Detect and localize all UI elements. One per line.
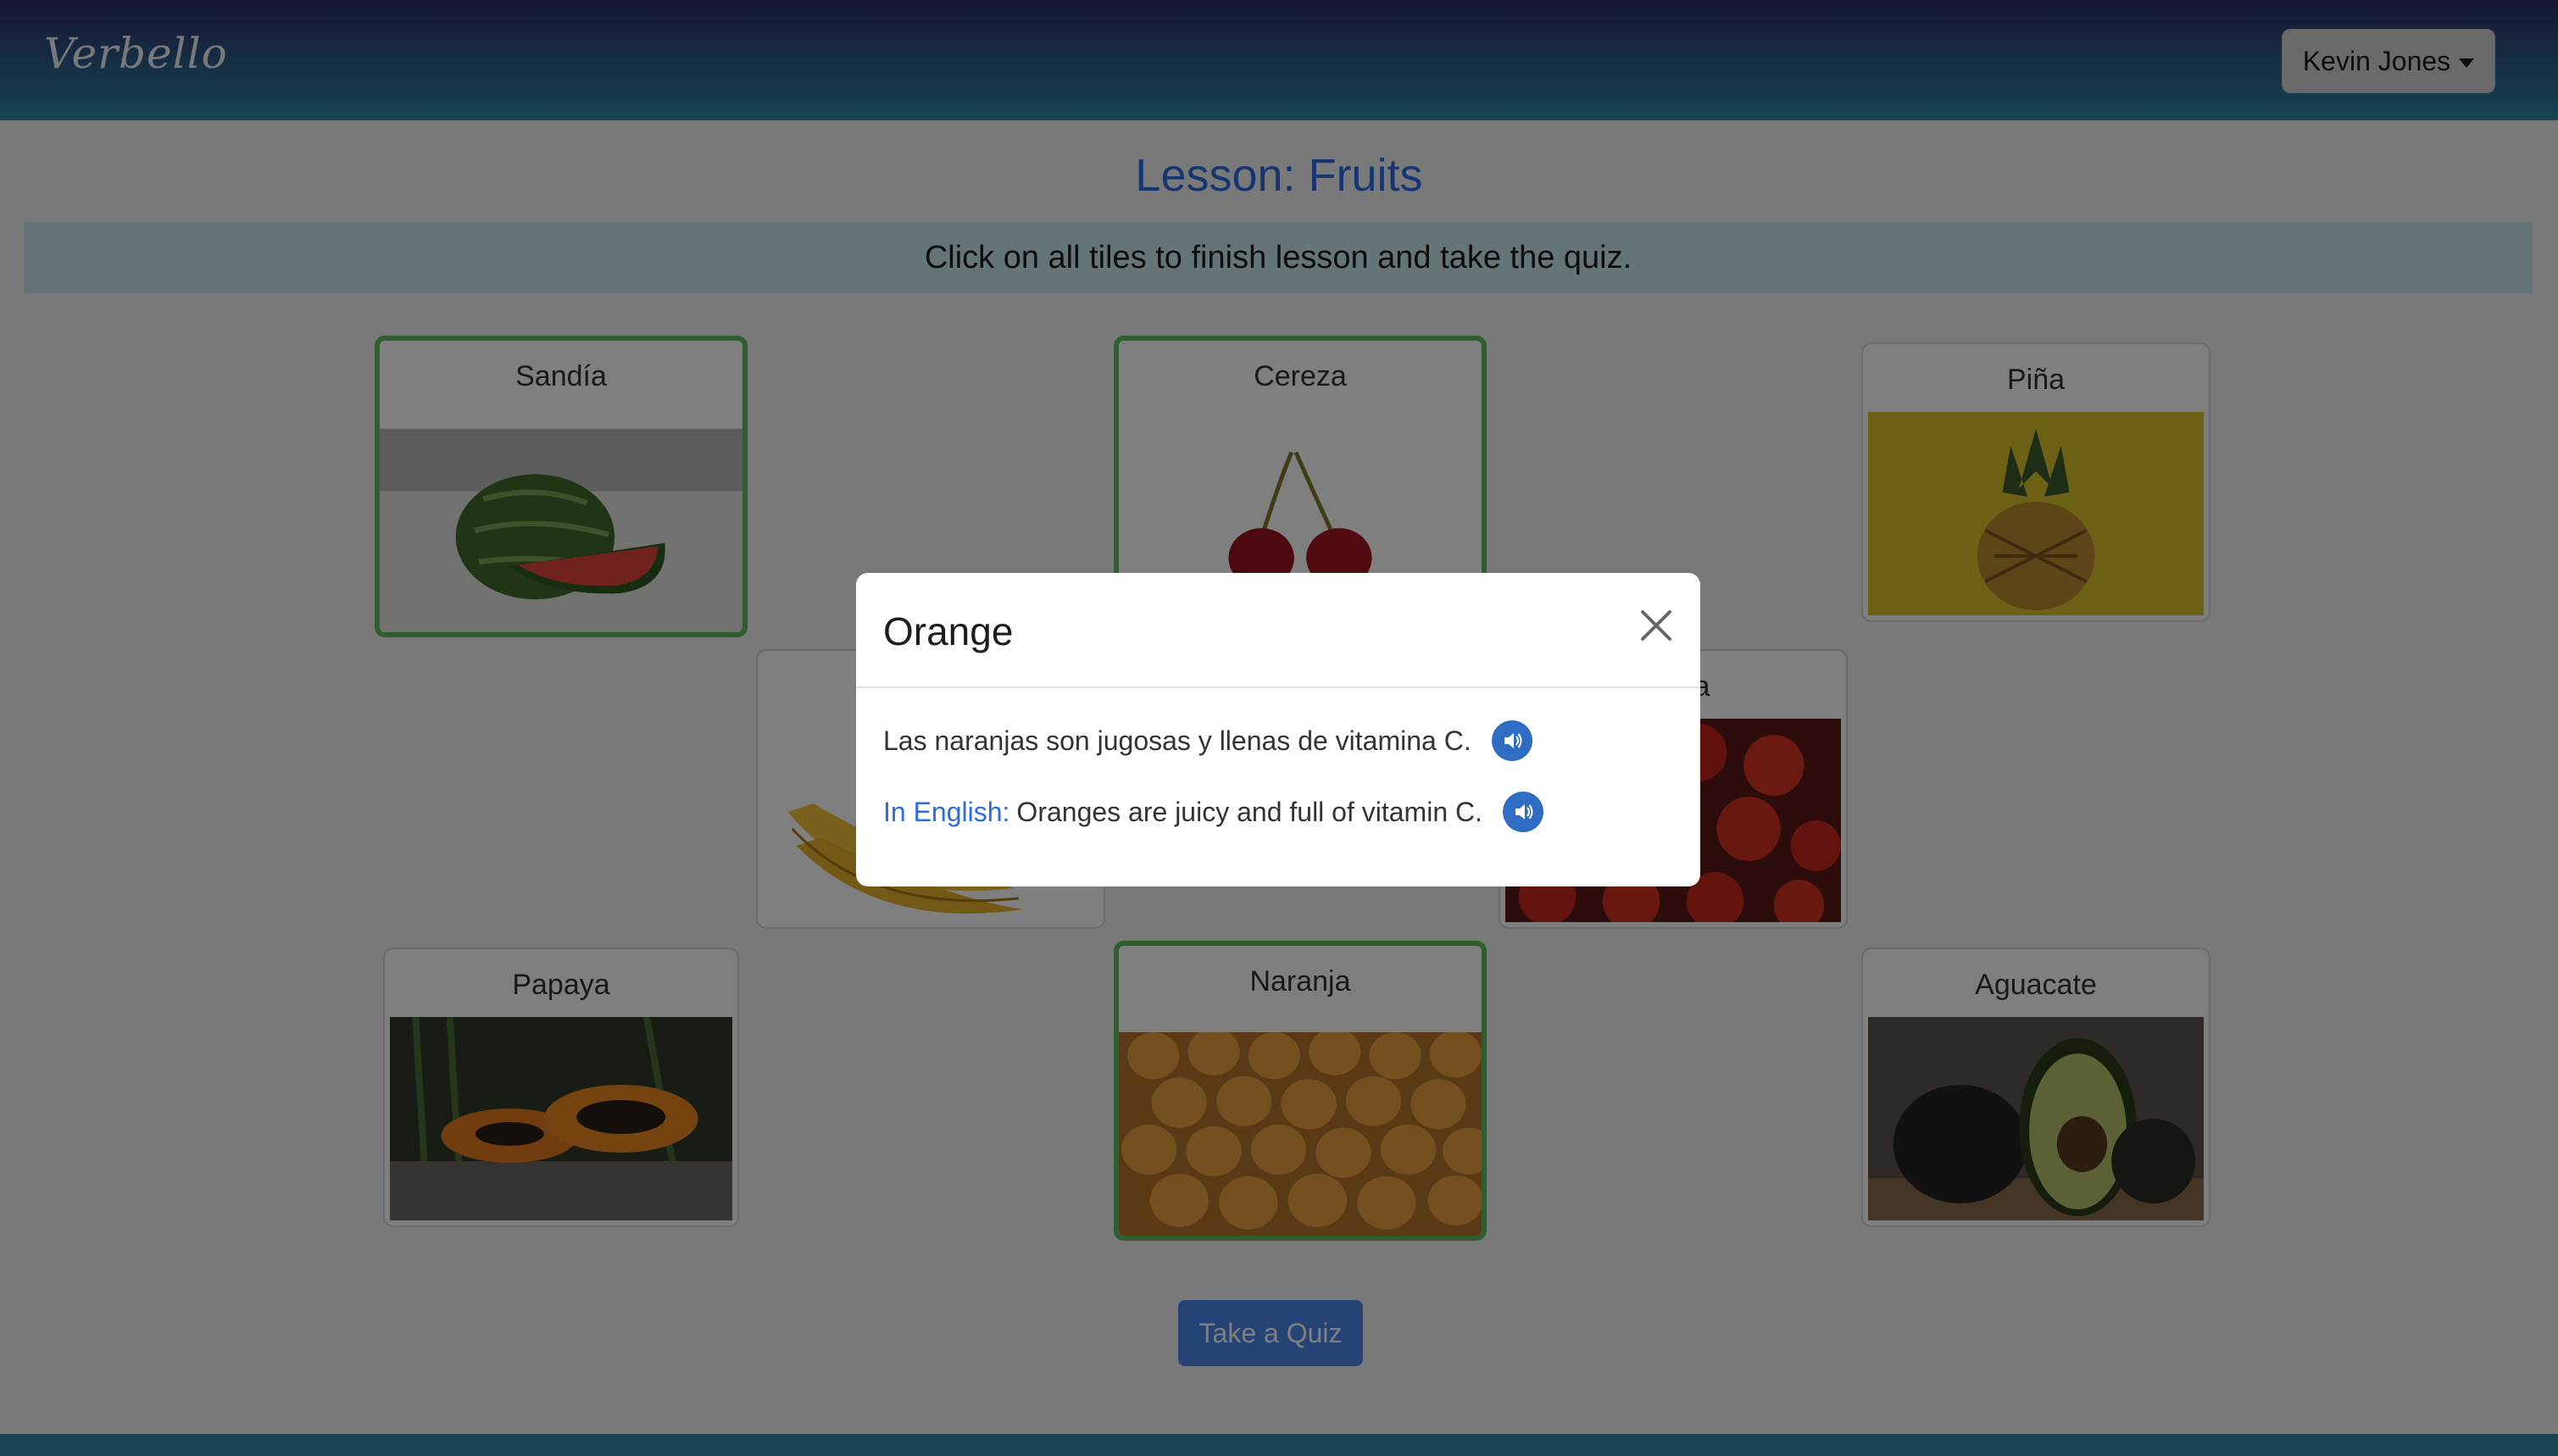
english-sentence: Oranges are juicy and full of vitamin C. (1016, 796, 1482, 827)
in-english-label: In English: (883, 796, 1010, 827)
modal-body: Las naranjas son jugosas y llenas de vit… (856, 688, 1700, 832)
close-icon[interactable] (1632, 602, 1680, 649)
word-detail-modal: Orange Las naranjas son jugosas y llenas… (856, 573, 1700, 886)
spanish-sentence: Las naranjas son jugosas y llenas de vit… (883, 725, 1471, 756)
speaker-icon[interactable] (1503, 792, 1543, 832)
speaker-icon[interactable] (1491, 720, 1532, 761)
modal-header: Orange (856, 573, 1700, 688)
modal-title: Orange (883, 609, 1014, 653)
spanish-sentence-row: Las naranjas son jugosas y llenas de vit… (883, 720, 1673, 761)
english-sentence-row: In English: Oranges are juicy and full o… (883, 792, 1673, 832)
